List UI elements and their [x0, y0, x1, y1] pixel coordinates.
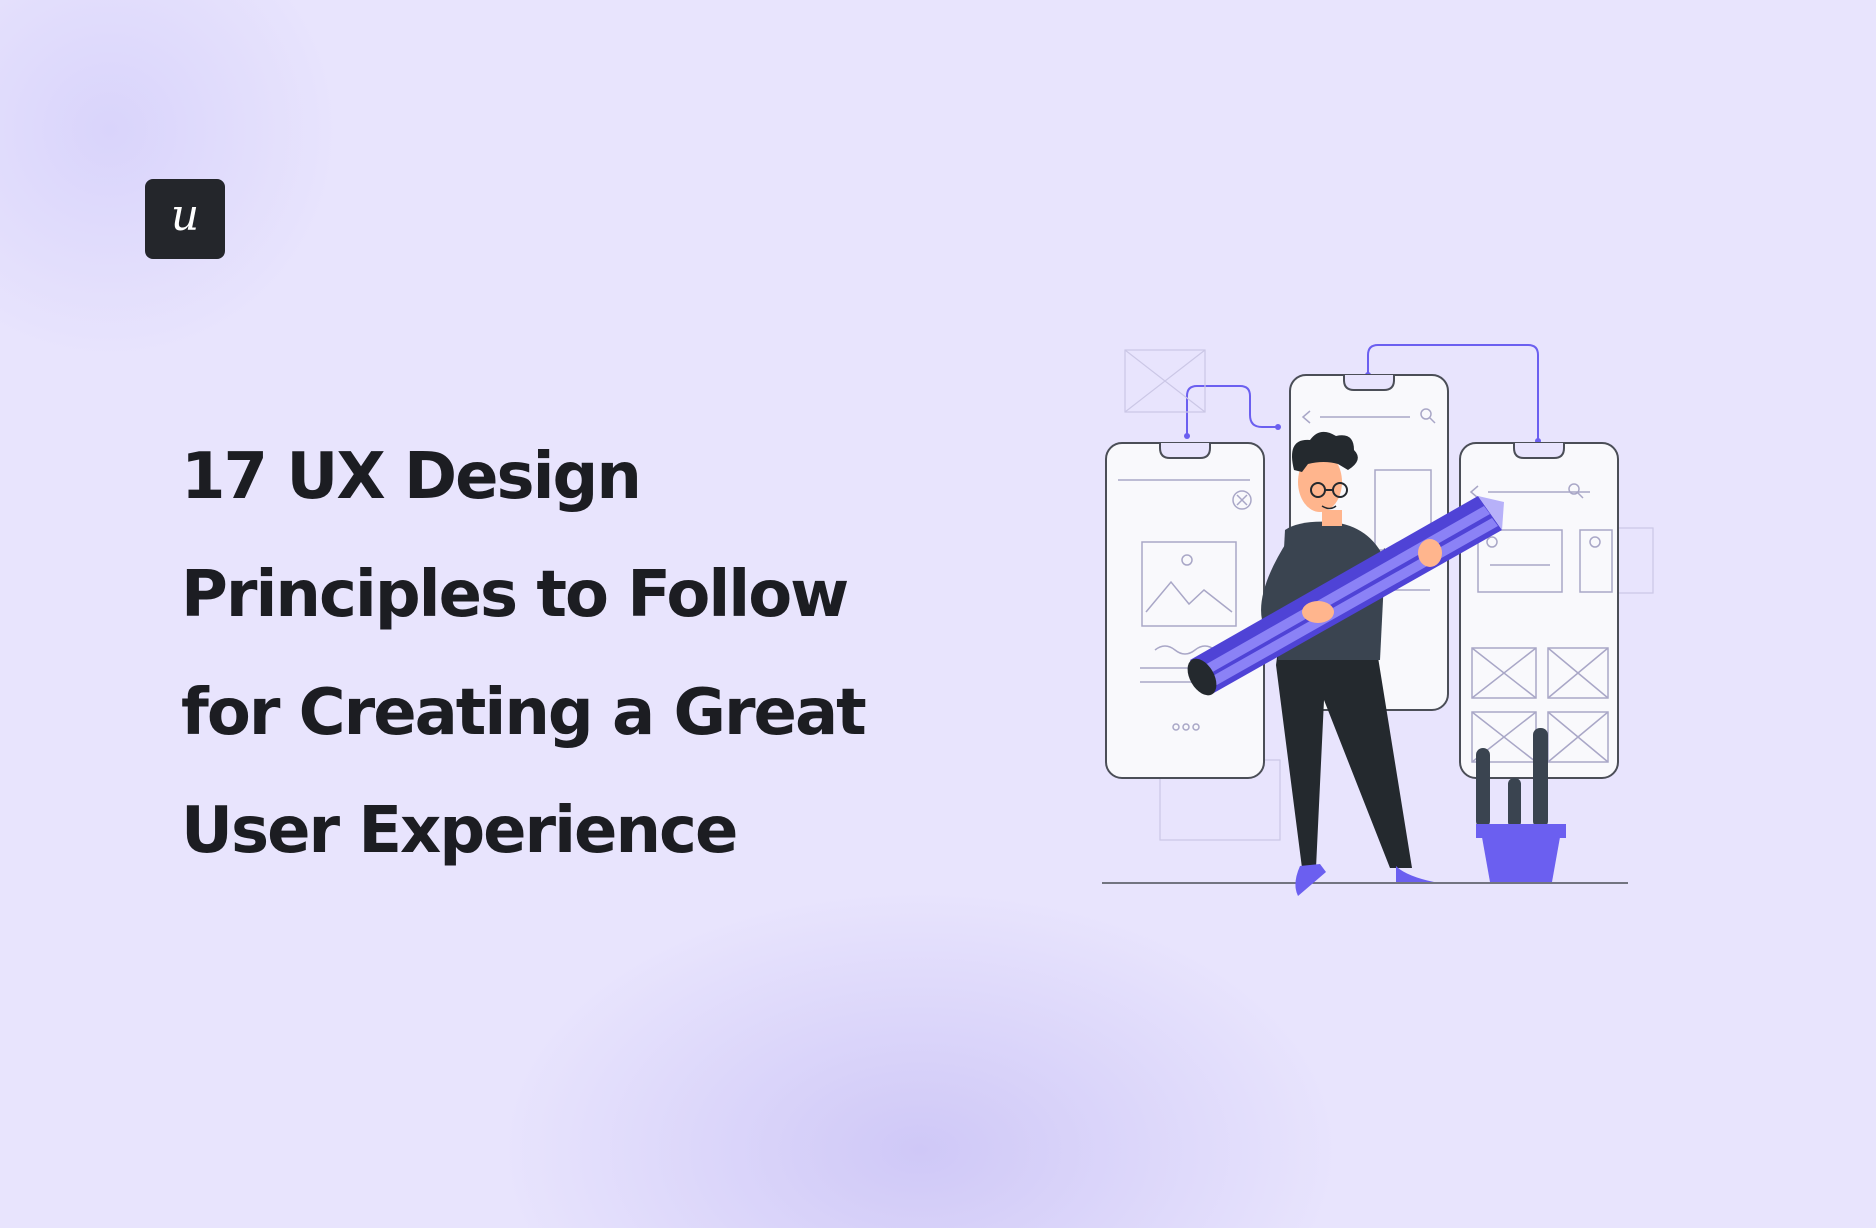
ux-designer-illustration: [1102, 344, 1654, 896]
hero-banner: u 17 UX Design Principles to Follow for …: [0, 0, 1876, 1228]
phone-wireframe-left: [1105, 442, 1265, 779]
brand-logo: u: [145, 179, 225, 259]
left-hand: [1302, 601, 1334, 623]
headline-line-1: 17 UX Design: [181, 440, 642, 514]
headline: 17 UX Design Principles to Follow for Cr…: [181, 418, 981, 890]
headline-line-2: Principles to Follow: [181, 558, 849, 632]
headline-line-3: for Creating a Great: [181, 676, 867, 750]
right-hand: [1418, 539, 1442, 567]
phone-wireframe-right: [1459, 442, 1619, 779]
headline-line-4: User Experience: [181, 794, 738, 868]
brand-logo-letter: u: [170, 190, 200, 241]
